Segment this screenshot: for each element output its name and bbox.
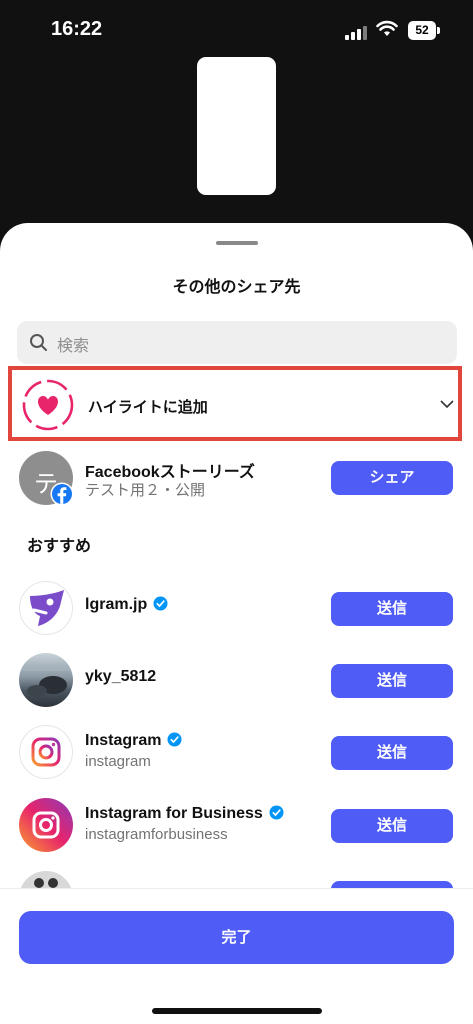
battery-icon: 52 bbox=[408, 21, 436, 40]
done-button[interactable]: 完了 bbox=[19, 911, 454, 964]
highlight-heart-icon bbox=[22, 379, 74, 431]
battery-tip bbox=[437, 27, 440, 34]
bottom-bar: 完了 bbox=[0, 888, 473, 1024]
send-button[interactable]: 送信 bbox=[331, 736, 453, 770]
section-title-recommended: おすすめ bbox=[27, 538, 92, 555]
list-item: lgram.jp 送信 bbox=[0, 581, 473, 639]
lgram-avatar bbox=[19, 581, 73, 635]
verified-badge-icon bbox=[153, 596, 168, 611]
yky-avatar-photo bbox=[19, 653, 73, 707]
facebook-stories-sub: テスト用２・公開 bbox=[85, 482, 206, 499]
instagram-business-avatar bbox=[19, 798, 73, 852]
lgram-logo-icon bbox=[30, 590, 64, 626]
avatar-photo bbox=[19, 665, 73, 697]
account-name: Instagram bbox=[85, 732, 182, 750]
account-username: instagramforbusiness bbox=[85, 826, 228, 843]
facebook-avatar: テ bbox=[19, 451, 74, 506]
status-time: 16:22 bbox=[51, 18, 103, 40]
share-button[interactable]: シェア bbox=[331, 461, 453, 495]
share-sheet: その他のシェア先 検索 ハイライトに追加 テ Facebookストーリーズ テス… bbox=[0, 223, 473, 1024]
account-username: instagram bbox=[85, 753, 151, 770]
sheet-title: その他のシェア先 bbox=[172, 279, 301, 296]
home-indicator bbox=[152, 1008, 322, 1014]
highlight-label: ハイライトに追加 bbox=[88, 399, 208, 416]
verified-badge-icon bbox=[269, 805, 284, 820]
facebook-stories-row: テ Facebookストーリーズ テスト用２・公開 シェア bbox=[0, 451, 473, 509]
send-button[interactable]: 送信 bbox=[331, 664, 453, 698]
account-name: Instagram for Business bbox=[85, 805, 284, 823]
search-placeholder: 検索 bbox=[57, 338, 90, 355]
list-item: Instagram instagram 送信 bbox=[0, 725, 473, 783]
instagram-logo-icon bbox=[31, 737, 61, 767]
sheet-grabber[interactable] bbox=[216, 241, 258, 245]
send-button[interactable]: 送信 bbox=[331, 809, 453, 843]
send-button[interactable]: 送信 bbox=[331, 592, 453, 626]
account-name: yky_5812 bbox=[85, 668, 157, 685]
verified-badge-icon bbox=[167, 732, 182, 747]
search-input[interactable]: 検索 bbox=[17, 321, 457, 364]
wifi-icon bbox=[376, 20, 398, 36]
add-to-highlight-row[interactable]: ハイライトに追加 bbox=[8, 366, 462, 441]
account-name: lgram.jp bbox=[85, 596, 168, 614]
facebook-icon bbox=[50, 482, 74, 506]
list-item: yky_5812 送信 bbox=[0, 653, 473, 711]
status-bar: 16:22 52 bbox=[0, 0, 473, 60]
search-icon bbox=[30, 334, 47, 351]
story-preview-thumbnail bbox=[197, 57, 276, 195]
instagram-avatar bbox=[19, 725, 73, 779]
chevron-down-icon[interactable] bbox=[440, 400, 454, 409]
cellular-signal-icon bbox=[345, 24, 369, 40]
instagram-logo-icon bbox=[32, 811, 60, 839]
list-item: Instagram for Business instagramforbusin… bbox=[0, 798, 473, 856]
